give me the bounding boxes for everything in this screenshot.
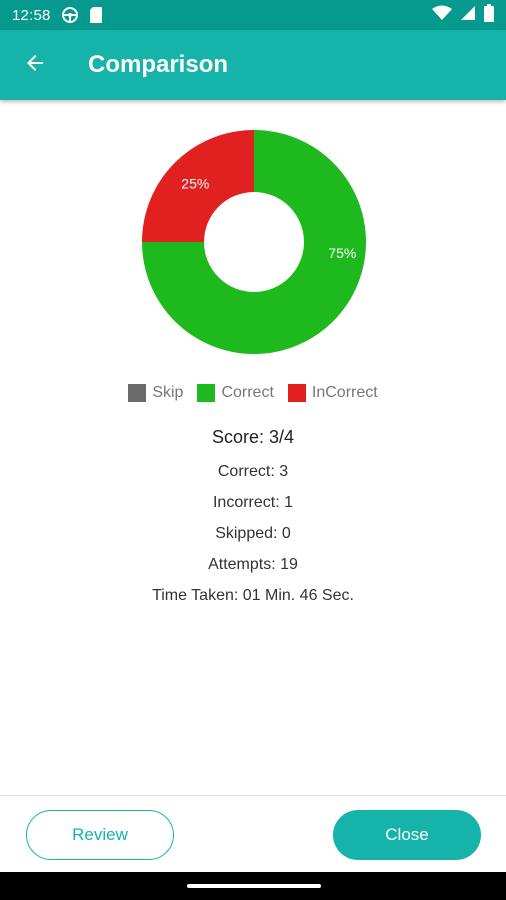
time-taken: Time Taken: 01 Min. 46 Sec. — [152, 587, 354, 604]
cell-signal-icon — [460, 5, 476, 25]
sd-card-icon — [89, 6, 103, 24]
steering-wheel-icon — [61, 6, 79, 24]
wifi-icon — [432, 5, 452, 25]
legend-label-correct: Correct — [221, 384, 274, 401]
result-stats: Score: 3/4 Correct: 3 Incorrect: 1 Skipp… — [0, 424, 506, 611]
battery-icon — [484, 4, 494, 26]
arrow-left-icon — [23, 51, 47, 80]
status-bar: 12:58 — [0, 0, 506, 30]
legend-label-skip: Skip — [152, 384, 184, 401]
legend-swatch-correct — [197, 384, 216, 402]
status-time: 12:58 — [12, 6, 51, 24]
donut-chart-svg: 75% 25% — [142, 130, 366, 354]
slice-label-correct: 75% — [328, 245, 356, 261]
app-bar: Comparison — [0, 30, 506, 100]
legend-swatch-incorrect — [287, 384, 306, 402]
skipped-count: Skipped: 0 — [215, 525, 291, 542]
attempts-count: Attempts: 19 — [208, 556, 298, 573]
bottom-action-bar: Review Close — [0, 795, 506, 872]
legend-swatch-skip — [128, 384, 147, 402]
page-title: Comparison — [88, 51, 229, 78]
legend-label-incorrect: InCorrect — [311, 384, 378, 401]
legend-item-correct: Correct — [197, 384, 274, 402]
incorrect-count: Incorrect: 1 — [212, 494, 294, 511]
chart-legend: Skip Correct InCorrect — [0, 384, 506, 402]
close-button[interactable]: Close — [333, 810, 481, 860]
screen: 12:58 Comparison 75% 25% Skip Correct In… — [0, 0, 506, 900]
legend-item-skip: Skip — [128, 384, 183, 402]
status-right-icons — [432, 4, 494, 26]
correct-count: Correct: 3 — [217, 463, 289, 480]
donut-chart: 75% 25% — [140, 128, 368, 356]
legend-item-incorrect: InCorrect — [287, 384, 378, 402]
system-nav-bar — [0, 872, 506, 900]
back-button[interactable] — [0, 30, 70, 100]
review-button[interactable]: Review — [26, 810, 174, 860]
home-gesture-handle[interactable] — [187, 884, 321, 888]
slice-label-incorrect: 25% — [181, 175, 209, 191]
score-text: Score: 3/4 — [211, 427, 295, 447]
